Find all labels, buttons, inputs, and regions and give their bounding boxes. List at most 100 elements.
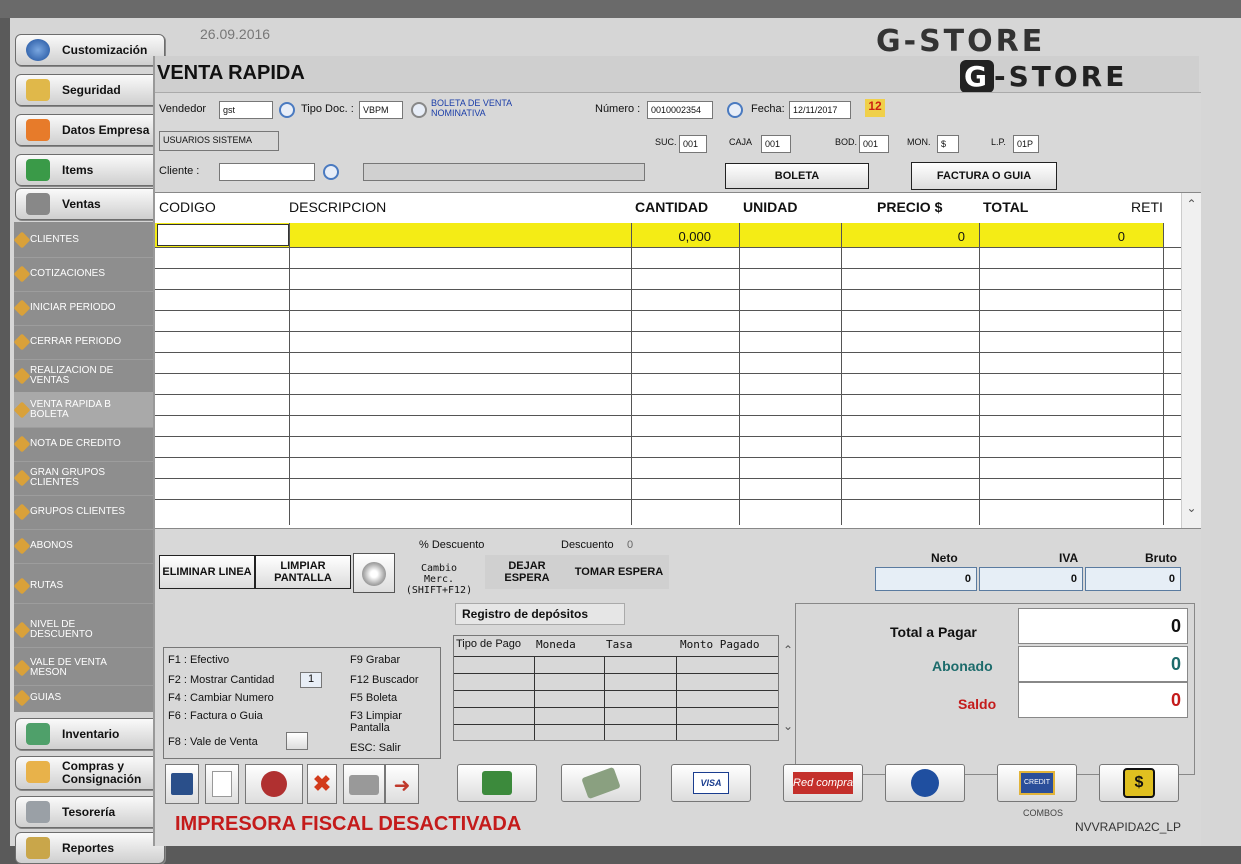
submenu-item-iniciar-periodo[interactable]: INICIAR PERIODO [13, 290, 154, 326]
limpiar-pantalla-button[interactable]: LIMPIAR PANTALLA [255, 555, 351, 589]
tipo-doc-description: BOLETA DE VENTA NOMINATIVA [431, 98, 512, 118]
gstore-logo: G -STORE [960, 60, 1127, 93]
factura-guia-button[interactable]: FACTURA O GUIA [911, 162, 1057, 190]
cambio-merc-label[interactable]: Cambio Merc. (SHIFT+F12) [403, 563, 475, 596]
totals-panel: Total a Pagar 0 Abonado 0 Saldo 0 [795, 603, 1195, 775]
grid-row-divider [155, 394, 1181, 395]
suc-label: SUC. [655, 137, 677, 147]
submenu-item-venta-rapida[interactable]: VENTA RAPIDA B BOLETA [13, 392, 154, 428]
row-total: 0 [1117, 229, 1125, 244]
sidebar-button-reportes[interactable]: Reportes [15, 832, 165, 864]
dep-col-monto: Monto Pagado [680, 638, 760, 651]
row-cantidad: 0,000 [678, 229, 711, 244]
delete-button[interactable] [245, 764, 303, 804]
dejar-espera-button[interactable]: DEJAR ESPERA [485, 555, 569, 589]
sidebar-button-seguridad[interactable]: Seguridad [15, 74, 165, 106]
new-document-button[interactable] [205, 764, 239, 804]
submenu-item-realizacion-ventas[interactable]: REALIZACION DE VENTAS [13, 358, 154, 394]
cliente-field[interactable] [219, 163, 315, 181]
sidebar-button-datos-empresa[interactable]: Datos Empresa [15, 114, 165, 146]
sidebar-button-tesoreria[interactable]: Tesorería [15, 796, 165, 828]
calendar-icon[interactable]: 12 [865, 99, 885, 117]
submenu-item-guias[interactable]: GUIAS [13, 680, 154, 716]
abonado-label: Abonado [932, 658, 993, 674]
sidebar-button-inventario[interactable]: Inventario [15, 718, 165, 750]
submenu-item-abonos[interactable]: ABONOS [13, 528, 154, 564]
submenu-item-gran-grupos[interactable]: GRAN GRUPOS CLIENTES [13, 460, 154, 496]
gs-icon: $ [1123, 768, 1155, 798]
exit-button[interactable]: ➜ [385, 764, 419, 804]
numero-field[interactable]: 0010002354 [647, 101, 713, 119]
visa-payment-button[interactable]: VISA [671, 764, 751, 802]
dep-scroll-up-icon[interactable]: ⌃ [783, 643, 793, 657]
credit-payment-button[interactable]: CREDIT [997, 764, 1077, 802]
submenu-item-cerrar-periodo[interactable]: CERRAR PERIODO [13, 324, 154, 360]
numero-search-icon[interactable] [727, 102, 743, 118]
tipo-doc-field[interactable]: VBPM [359, 101, 403, 119]
vendedor-search-icon[interactable] [279, 102, 295, 118]
grid-scrollbar[interactable]: ⌃ ⌄ [1181, 193, 1201, 529]
sidebar-button-compras[interactable]: Compras y Consignación [15, 756, 165, 790]
mon-field[interactable]: $ [937, 135, 959, 153]
table-row[interactable] [155, 223, 1163, 247]
background-logo: G-STORE [876, 24, 1046, 59]
save-button[interactable] [165, 764, 199, 804]
dep-scroll-down-icon[interactable]: ⌄ [783, 719, 793, 733]
document-header: Vendedor gst Tipo Doc. : VBPM BOLETA DE … [155, 92, 1201, 192]
submenu-item-nota-credito[interactable]: NOTA DE CREDITO [13, 426, 154, 462]
sidebar-button-ventas[interactable]: Ventas [15, 188, 165, 220]
fecha-field[interactable]: 12/11/2017 [789, 101, 851, 119]
redcompra-icon: Red compra [793, 772, 853, 794]
submenu-item-nivel-descuento[interactable]: NIVEL DE DESCUENTO [13, 612, 154, 648]
suc-field[interactable]: 001 [679, 135, 707, 153]
disc-button[interactable] [353, 553, 395, 593]
shortcut-esc: ESC: Salir [350, 742, 401, 754]
codigo-input[interactable] [157, 224, 289, 246]
deposits-tab[interactable]: Registro de depósitos [455, 603, 625, 625]
sidebar-button-customizacion[interactable]: Customización [15, 34, 165, 66]
pencil-icon [13, 435, 31, 453]
printer-icon [26, 193, 50, 215]
vale-search-icon[interactable] [286, 732, 308, 750]
redcompra-payment-button[interactable]: Red compra [783, 764, 863, 802]
deposit-row-divider [454, 724, 778, 725]
scroll-up-icon[interactable]: ⌃ [1182, 197, 1201, 211]
caja-field[interactable]: 001 [761, 135, 791, 153]
report-icon [26, 837, 50, 859]
bruto-field: 0 [1085, 567, 1181, 591]
caja-label: CAJA [729, 137, 753, 147]
check-icon [581, 766, 621, 800]
check-payment-button[interactable] [561, 764, 641, 802]
deposit-row-divider [454, 707, 778, 708]
scroll-down-icon[interactable]: ⌄ [1182, 501, 1201, 515]
boleta-button[interactable]: BOLETA [725, 163, 869, 189]
vendedor-field[interactable]: gst [219, 101, 273, 119]
pencil-icon [13, 689, 31, 707]
bank-payment-button[interactable] [885, 764, 965, 802]
submenu-item-grupos-clientes[interactable]: GRUPOS CLIENTES [13, 494, 154, 530]
cancel-button[interactable]: ✖ [307, 764, 337, 804]
venta-rapida-window: VENTA RAPIDA G -STORE Vendedor gst Tipo D… [153, 56, 1201, 846]
submenu-item-rutas[interactable]: RUTAS [13, 568, 154, 604]
eliminar-linea-button[interactable]: ELIMINAR LINEA [159, 555, 255, 589]
cantidad-field[interactable]: 1 [300, 672, 322, 688]
tomar-espera-button[interactable]: TOMAR ESPERA [569, 555, 669, 589]
grid-row-divider [155, 247, 1181, 248]
pct-descuento-label: % Descuento [419, 539, 485, 551]
visa-icon: VISA [693, 772, 729, 794]
grid-row-divider [155, 289, 1181, 290]
shortcut-panel: F1 : Efectivo F2 : Mostrar Cantidad 1 F4… [163, 647, 441, 759]
submenu-item-clientes[interactable]: CLIENTES [13, 222, 154, 258]
bod-field[interactable]: 001 [859, 135, 889, 153]
grid-row-divider [155, 478, 1181, 479]
sidebar-button-items[interactable]: Items [15, 154, 165, 186]
tipo-doc-search-icon[interactable] [411, 102, 427, 118]
submenu-item-cotizaciones[interactable]: COTIZACIONES [13, 256, 154, 292]
cash-payment-button[interactable] [457, 764, 537, 802]
print-button[interactable] [343, 764, 385, 804]
gs-payment-button[interactable]: $ [1099, 764, 1179, 802]
cliente-search-icon[interactable] [323, 164, 339, 180]
lp-field[interactable]: 01P [1013, 135, 1039, 153]
top-bar [0, 0, 1241, 18]
cliente-name-field [363, 163, 645, 181]
